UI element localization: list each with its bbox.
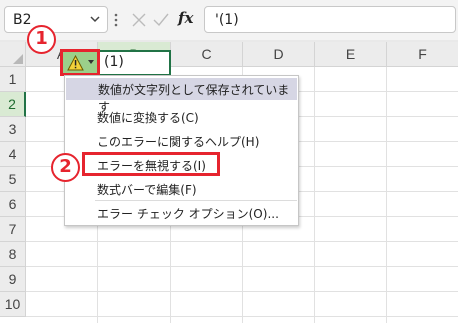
name-box-value: B2	[13, 12, 32, 28]
row-header-8[interactable]: 8	[0, 242, 26, 267]
row-header-1[interactable]: 1	[0, 67, 26, 92]
step-2-marker: 2	[51, 153, 80, 182]
error-check-button[interactable]	[60, 49, 100, 76]
row-header-2[interactable]: 2	[0, 92, 26, 117]
row-header-10[interactable]: 10	[0, 292, 26, 317]
cell-b2-value: (1)	[104, 54, 124, 70]
row-header-9[interactable]: 9	[0, 267, 26, 292]
row-header-3[interactable]: 3	[0, 117, 26, 142]
menu-header: 数値が文字列として保存されています	[66, 78, 297, 114]
menu-item-error-checking-options[interactable]: エラー チェック オプション(O)...	[97, 205, 279, 222]
insert-function-button[interactable]: fx	[178, 9, 193, 27]
formula-input[interactable]: '(1)	[204, 6, 456, 33]
select-all-button[interactable]	[0, 42, 26, 67]
formula-value: '(1)	[215, 12, 239, 28]
error-options-menu: 数値が文字列として保存されています 数値に変換する(C) このエラーに関するヘル…	[64, 75, 299, 226]
gridline	[26, 241, 458, 242]
gridline	[26, 266, 458, 267]
warning-icon	[67, 55, 84, 71]
formula-bar: B2 fx '(1)	[0, 0, 458, 40]
row-header-5[interactable]: 5	[0, 167, 26, 192]
column-header-e[interactable]: E	[315, 42, 387, 67]
row-header-7[interactable]: 7	[0, 217, 26, 242]
more-dots-icon[interactable]	[114, 12, 118, 28]
column-header-f[interactable]: F	[387, 42, 458, 67]
row-header-6[interactable]: 6	[0, 192, 26, 217]
column-header-c[interactable]: C	[171, 42, 243, 67]
formula-buttons: fx	[124, 6, 200, 33]
name-box[interactable]: B2	[4, 6, 108, 33]
gridline	[314, 67, 315, 323]
row-header-4[interactable]: 4	[0, 142, 26, 167]
cancel-x-icon[interactable]	[130, 11, 148, 29]
gridline	[26, 316, 458, 317]
dropdown-arrow-icon	[88, 60, 94, 64]
menu-item-edit-in-formula-bar[interactable]: 数式バーで編集(F)	[97, 181, 197, 198]
menu-item-help[interactable]: このエラーに関するヘルプ(H)	[97, 133, 259, 150]
ignore-error-highlight	[82, 152, 220, 176]
menu-item-convert-to-number[interactable]: 数値に変換する(C)	[97, 109, 199, 126]
chevron-down-icon[interactable]	[89, 13, 101, 25]
enter-check-icon[interactable]	[152, 11, 170, 29]
menu-separator	[95, 200, 297, 201]
column-header-d[interactable]: D	[243, 42, 315, 67]
step-1-marker: 1	[27, 25, 56, 54]
gridline	[386, 67, 387, 323]
select-all-triangle-icon	[13, 54, 23, 64]
gridline	[26, 291, 458, 292]
